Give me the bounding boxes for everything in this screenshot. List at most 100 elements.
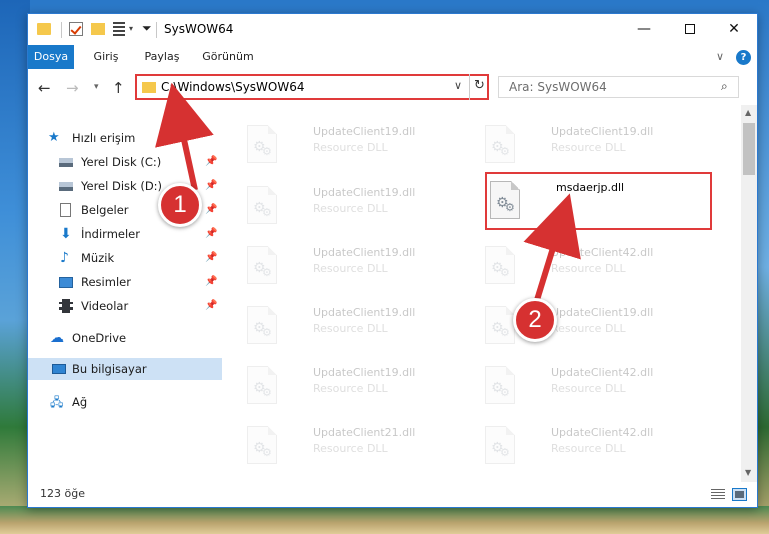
drive-icon (59, 158, 73, 167)
dll-file-icon: ⚙ ⚙ (247, 426, 279, 464)
rename-icon[interactable] (113, 22, 125, 36)
nav-item-downloads[interactable]: ⬇ İndirmeler 📌 (28, 223, 222, 245)
scroll-down-icon[interactable]: ▼ (745, 468, 751, 477)
nav-item-label: Bu bilgisayar (72, 362, 147, 376)
explorer-window: ▾ ⏷ SysWOW64 — ✕ Dosya Giriş Paylaş Görü… (27, 13, 758, 508)
minimize-button[interactable]: — (621, 14, 667, 45)
nav-item-network[interactable]: 🖧 Ağ (28, 391, 222, 413)
nav-item-pictures[interactable]: Resimler 📌 (28, 271, 222, 293)
help-icon[interactable]: ? (736, 50, 751, 65)
recent-locations-icon[interactable]: ▾ (94, 82, 99, 92)
tab-home[interactable]: Giriş (86, 45, 126, 69)
file-item[interactable]: ⚙ ⚙ UpdateClient42.dll Resource DLL (481, 360, 711, 412)
title-bar: ▾ ⏷ SysWOW64 — ✕ (28, 14, 757, 45)
dll-file-icon: ⚙ ⚙ (485, 426, 517, 464)
pictures-icon (59, 277, 73, 288)
file-description: Resource DLL (313, 322, 388, 335)
file-name: UpdateClient42.dll (551, 366, 654, 379)
file-item[interactable]: ⚙ ⚙ UpdateClient19.dll Resource DLL (243, 300, 473, 352)
file-name: UpdateClient42.dll (551, 246, 654, 259)
file-description: Resource DLL (551, 442, 626, 455)
downloads-icon: ⬇ (60, 226, 72, 242)
nav-item-onedrive[interactable]: ☁ OneDrive (28, 327, 222, 349)
dll-file-icon: ⚙ ⚙ (247, 366, 279, 404)
toolbar-separator (156, 22, 157, 38)
pin-icon[interactable]: 📌 (205, 156, 217, 167)
address-path[interactable]: C:\Windows\SysWOW64 (161, 80, 305, 94)
step-2-badge: 2 (513, 298, 557, 342)
customize-toolbar-icon[interactable]: ⏷ (142, 21, 152, 39)
step-1-badge: 1 (158, 183, 202, 227)
tiles-view-icon[interactable] (732, 488, 747, 501)
vertical-scrollbar[interactable]: ▲ ▼ (741, 105, 757, 482)
forward-arrow-icon[interactable]: → (66, 79, 79, 97)
documents-icon (60, 203, 71, 217)
close-icon: ✕ (728, 21, 740, 37)
file-item[interactable]: ⚙ ⚙ UpdateClient19.dll Resource DLL (243, 119, 473, 171)
properties-check-icon[interactable] (69, 22, 83, 36)
dll-file-icon: ⚙ ⚙ (247, 246, 279, 284)
nav-item-label: Yerel Disk (D:) (81, 179, 163, 193)
pin-icon[interactable]: 📌 (205, 276, 217, 287)
tab-view[interactable]: Görünüm (196, 45, 260, 69)
nav-item-drive-c[interactable]: Yerel Disk (C:) 📌 (28, 151, 222, 173)
file-item[interactable]: ⚙ ⚙ UpdateClient19.dll Resource DLL (243, 240, 473, 292)
nav-item-quick-access[interactable]: ★ Hızlı erişim (28, 127, 222, 149)
ribbon-tabs: Dosya Giriş Paylaş Görünüm ∨ ? (28, 45, 757, 69)
toolbar-separator (61, 22, 62, 38)
file-description: Resource DLL (313, 202, 388, 215)
desktop-background-bottom (0, 506, 769, 534)
pin-icon[interactable]: 📌 (205, 300, 217, 311)
file-name: UpdateClient19.dll (551, 125, 654, 138)
folder-icon (142, 82, 156, 93)
back-arrow-icon[interactable]: ← (38, 79, 51, 97)
nav-item-this-pc[interactable]: Bu bilgisayar (28, 358, 222, 380)
folder-icon (37, 23, 51, 35)
nav-item-label: Resimler (81, 275, 131, 289)
file-item[interactable]: ⚙ ⚙ UpdateClient21.dll Resource DLL (243, 420, 473, 472)
file-description: Resource DLL (551, 262, 626, 275)
dll-file-icon: ⚙ ⚙ (247, 186, 279, 224)
expand-ribbon-icon[interactable]: ∨ (716, 50, 724, 63)
nav-item-label: Hızlı erişim (72, 131, 136, 145)
close-button[interactable]: ✕ (711, 14, 757, 45)
address-dropdown-icon[interactable]: ∨ (454, 79, 462, 92)
pin-icon[interactable]: 📌 (205, 252, 217, 263)
pin-icon[interactable]: 📌 (205, 228, 217, 239)
pin-icon[interactable]: 📌 (205, 204, 217, 215)
cloud-icon: ☁ (50, 330, 64, 346)
file-item[interactable]: ⚙ ⚙ UpdateClient19.dll Resource DLL (243, 180, 473, 232)
up-arrow-icon[interactable]: ↑ (112, 79, 125, 97)
nav-item-videos[interactable]: Videolar 📌 (28, 295, 222, 317)
quick-access-dropdown-icon[interactable]: ▾ (129, 24, 133, 42)
search-input[interactable]: Ara: SysWOW64 ⌕ (498, 76, 739, 98)
tab-file[interactable]: Dosya (28, 45, 74, 69)
new-folder-icon[interactable] (91, 23, 105, 35)
file-name: UpdateClient19.dll (313, 246, 416, 259)
address-bar[interactable]: C:\Windows\SysWOW64 ∨ ↻ (135, 74, 489, 100)
scroll-thumb[interactable] (743, 123, 755, 175)
tab-share[interactable]: Paylaş (138, 45, 186, 69)
pin-icon[interactable]: 📌 (205, 180, 217, 191)
maximize-button[interactable] (667, 14, 713, 45)
scroll-up-icon[interactable]: ▲ (745, 108, 751, 117)
item-count: 123 öğe (40, 487, 85, 500)
file-description: Resource DLL (313, 262, 388, 275)
refresh-icon[interactable]: ↻ (469, 74, 489, 100)
minimize-icon: — (637, 21, 651, 37)
file-item[interactable]: ⚙ ⚙ UpdateClient42.dll Resource DLL (481, 420, 711, 472)
dll-file-icon: ⚙ ⚙ (485, 306, 517, 344)
file-item[interactable]: ⚙ ⚙ UpdateClient19.dll Resource DLL (481, 119, 711, 171)
nav-item-music[interactable]: ♪ Müzik 📌 (28, 247, 222, 269)
nav-item-label: Belgeler (81, 203, 129, 217)
network-icon: 🖧 (50, 395, 64, 409)
file-name: UpdateClient21.dll (313, 426, 416, 439)
dll-file-icon: ⚙ ⚙ (485, 246, 517, 284)
details-view-icon[interactable] (711, 489, 725, 500)
file-item[interactable]: ⚙ ⚙ UpdateClient42.dll Resource DLL (481, 240, 711, 292)
dll-file-icon: ⚙ ⚙ (247, 306, 279, 344)
file-item[interactable]: ⚙ ⚙ UpdateClient19.dll Resource DLL (243, 360, 473, 412)
file-name: UpdateClient19.dll (551, 306, 654, 319)
search-icon[interactable]: ⌕ (721, 79, 728, 94)
desktop-background-left (0, 0, 30, 534)
